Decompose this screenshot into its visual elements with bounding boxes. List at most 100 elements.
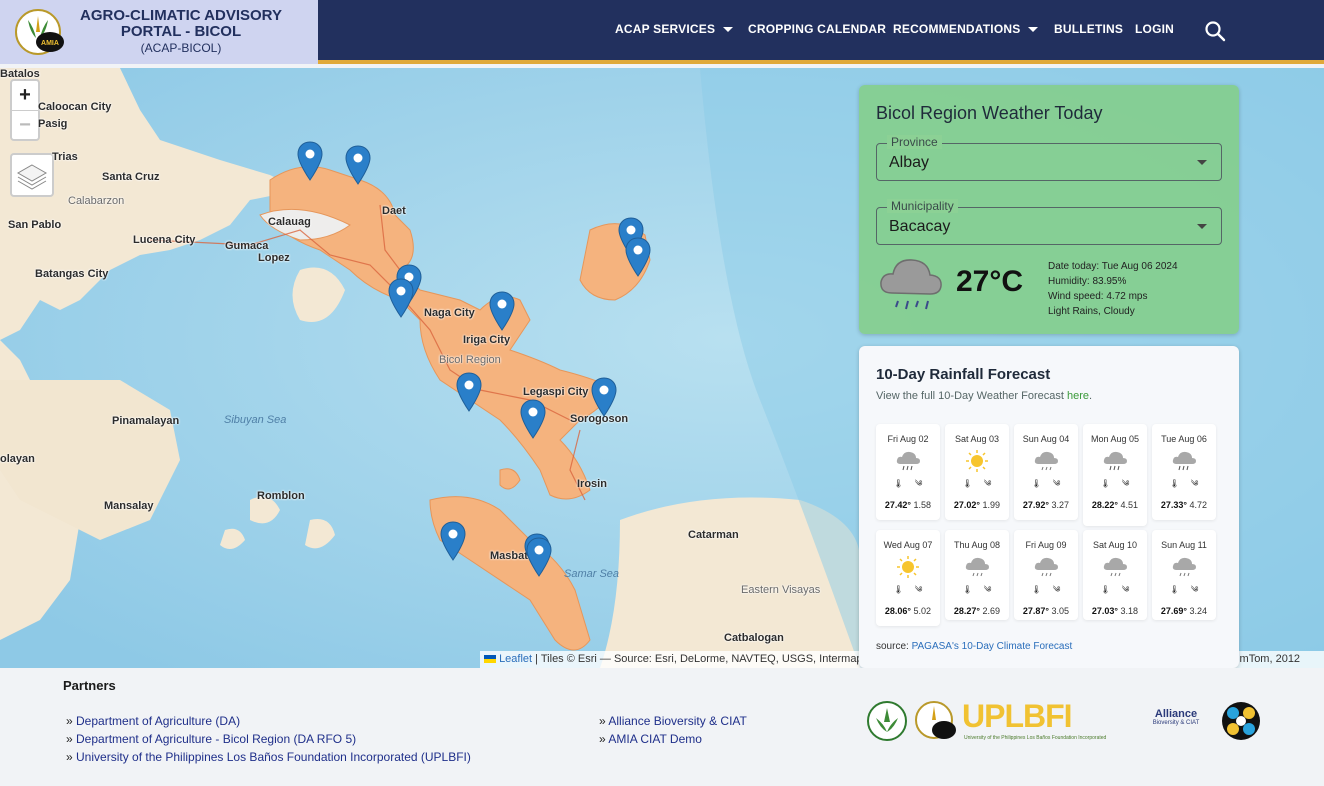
forecast-source: source: PAGASA's 10-Day Climate Forecast [876, 641, 1073, 652]
partner-link[interactable]: Alliance Bioversity & CIAT [599, 712, 747, 730]
map-marker-icon[interactable] [625, 237, 651, 277]
alliance-logo: Alliance Bioversity & CIAT [1152, 708, 1200, 726]
forecast-day-label: Fri Aug 09 [1025, 540, 1067, 550]
nav-bulletins[interactable]: BULLETINS [1054, 22, 1123, 36]
municipality-select[interactable]: Municipality Bacacay [876, 199, 1222, 245]
full-forecast-link[interactable]: here [1067, 390, 1089, 402]
thermometer-wind-icons: 🌡 ༄ [962, 585, 992, 594]
map-marker-icon[interactable] [388, 278, 414, 318]
zoom-out-button[interactable]: − [12, 110, 38, 139]
forecast-temp: 27.03° [1091, 606, 1119, 616]
partner-logos: UPLBFI University of the Philippines Los… [866, 698, 1266, 744]
map-marker-icon[interactable] [520, 399, 546, 439]
map-place-label: Trias [52, 151, 78, 163]
forecast-day-card: Fri Aug 02 🌡 ༄ 27.42° 1.58 [876, 424, 940, 520]
forecast-rain: 4.51 [1120, 500, 1139, 510]
map-marker-icon[interactable] [345, 145, 371, 185]
map-place-label: Lucena City [133, 234, 196, 246]
layers-button[interactable] [10, 153, 54, 197]
uplbfi-logo: UPLBFI [962, 698, 1073, 734]
forecast-temp: 28.22° [1091, 500, 1119, 510]
dropdown-arrow-icon [1197, 224, 1207, 229]
forecast-rain: 3.24 [1189, 606, 1208, 616]
cloud-icon [1034, 557, 1058, 577]
nav-acap-services[interactable]: ACAP SERVICES [615, 22, 734, 36]
cloud-icon [1172, 557, 1196, 577]
map-place-label: Caloocan City [38, 101, 112, 113]
forecast-rain: 1.99 [982, 500, 1001, 510]
nav-recommendations[interactable]: RECOMMENDATIONS [893, 22, 1039, 36]
sun-icon [966, 450, 988, 472]
pagasa-link[interactable]: PAGASA's 10-Day Climate Forecast [912, 641, 1073, 652]
map-place-label: Iriga City [463, 334, 511, 346]
map-marker-icon[interactable] [297, 141, 323, 181]
map-place-label: Catbalogan [724, 632, 784, 644]
partner-link[interactable]: Department of Agriculture - Bicol Region… [66, 730, 471, 748]
forecast-day-label: Sat Aug 10 [1092, 540, 1138, 550]
map-place-label: Naga City [424, 307, 475, 319]
map-place-label: Pasig [38, 118, 68, 130]
map-place-label: Mansalay [104, 500, 154, 512]
map-place-label: Gumaca [225, 240, 269, 252]
weather-today-card: Bicol Region Weather Today Province Alba… [859, 85, 1239, 334]
map-marker-icon[interactable] [526, 537, 552, 577]
forecast-subtitle: View the full 10-Day Weather Forecast he… [876, 390, 1093, 402]
forecast-temp: 27.87° [1022, 606, 1050, 616]
forecast-temp: 27.92° [1022, 500, 1050, 510]
rain-cloud-icon [880, 259, 942, 310]
dropdown-arrow-icon [1197, 160, 1207, 165]
rainfall-forecast-card: 10-Day Rainfall Forecast View the full 1… [859, 346, 1239, 668]
portal-title: AGRO-CLIMATIC ADVISORY PORTAL - BICOL [80, 7, 282, 40]
forecast-day-card: Sun Aug 11 🌡 ༄ 27.69° 3.24 [1152, 530, 1216, 620]
thermometer-wind-icons: 🌡 ༄ [962, 479, 992, 488]
map-place-label: Calauag [268, 216, 311, 228]
forecast-day-card: Mon Aug 05 🌡 ༄ 28.22° 4.51 [1083, 424, 1147, 526]
map-marker-icon[interactable] [440, 521, 466, 561]
partner-link[interactable]: AMIA CIAT Demo [599, 730, 747, 748]
thermometer-wind-icons: 🌡 ༄ [1100, 585, 1130, 594]
forecast-day-card: Fri Aug 09 🌡 ༄ 27.87° 3.05 [1014, 530, 1078, 620]
nav-cropping-calendar[interactable]: CROPPING CALENDAR [748, 22, 886, 36]
zoom-in-button[interactable]: + [12, 81, 38, 110]
map-marker-icon[interactable] [456, 372, 482, 412]
forecast-day-label: Sun Aug 04 [1022, 434, 1070, 444]
partner-link[interactable]: University of the Philippines Los Baños … [66, 748, 471, 766]
forecast-day-card: Sat Aug 03 🌡 ༄ 27.02° 1.99 [945, 424, 1009, 520]
forecast-temp: 27.02° [953, 500, 981, 510]
ukraine-flag-icon [484, 655, 496, 664]
leaflet-link[interactable]: Leaflet [499, 653, 532, 665]
acap-logo-icon: AMIA [15, 9, 64, 55]
map-place-label: Lopez [258, 252, 290, 264]
forecast-day-label: Tue Aug 06 [1161, 434, 1207, 444]
ciat-logo-icon [1222, 702, 1260, 740]
map-place-label: olayan [0, 453, 35, 465]
zoom-control: + − [10, 79, 40, 141]
nav-login[interactable]: LOGIN [1135, 22, 1174, 36]
map-place-label: Samar Sea [564, 568, 620, 580]
province-select[interactable]: Province Albay [876, 135, 1222, 181]
forecast-rain: 2.69 [982, 606, 1001, 616]
map-marker-icon[interactable] [591, 377, 617, 417]
thermometer-wind-icons: 🌡 ༄ [1031, 585, 1061, 594]
forecast-rain: 3.27 [1051, 500, 1070, 510]
forecast-day-card: Thu Aug 08 🌡 ༄ 28.27° 2.69 [945, 530, 1009, 620]
forecast-temp: 27.33° [1160, 500, 1188, 510]
brand-area[interactable]: AMIA AGRO-CLIMATIC ADVISORY PORTAL - BIC… [0, 0, 318, 64]
map-place-label: Catarman [688, 529, 739, 541]
thermometer-wind-icons: 🌡 ༄ [893, 585, 923, 594]
forecast-day-label: Thu Aug 08 [953, 540, 1001, 550]
partners-list-2: Alliance Bioversity & CIATAMIA CIAT Demo [599, 712, 747, 748]
forecast-day-card: Sun Aug 04 🌡 ༄ 27.92° 3.27 [1014, 424, 1078, 520]
forecast-day-card: Sat Aug 10 🌡 ༄ 27.03° 3.18 [1083, 530, 1147, 620]
cloud-icon [965, 557, 989, 577]
forecast-temp: 28.06° [884, 606, 912, 616]
cloud-icon [1103, 557, 1127, 577]
map-marker-icon[interactable] [489, 291, 515, 331]
map-place-label: Pinamalayan [112, 415, 180, 427]
top-navbar: AMIA AGRO-CLIMATIC ADVISORY PORTAL - BIC… [0, 0, 1324, 64]
forecast-title: 10-Day Rainfall Forecast [876, 366, 1051, 383]
partner-link[interactable]: Department of Agriculture (DA) [66, 712, 471, 730]
partners-heading: Partners [63, 678, 116, 693]
weather-card-title: Bicol Region Weather Today [876, 103, 1103, 123]
search-icon[interactable] [1204, 20, 1226, 42]
